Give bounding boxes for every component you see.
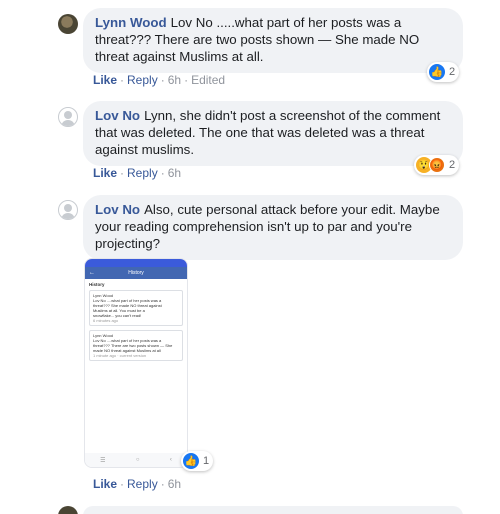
angry-reaction-icon: 😡	[429, 157, 445, 173]
edited-label[interactable]: Edited	[191, 73, 225, 87]
comment-text: Also, cute personal attack before your e…	[95, 202, 440, 251]
like-reaction-icon: 👍	[183, 453, 199, 469]
comment-time[interactable]: 6h	[168, 73, 181, 87]
reaction-count: 2	[449, 66, 456, 78]
avatar[interactable]	[58, 14, 78, 34]
comment-author[interactable]: Lov No	[95, 108, 140, 123]
like-link[interactable]: Like	[93, 73, 117, 87]
reply-link[interactable]: Reply	[127, 166, 158, 180]
avatar[interactable]	[58, 506, 78, 514]
reaction-count: 1	[203, 455, 210, 467]
history-item: Lynn Wood Lov No ....what part of her po…	[89, 290, 183, 326]
comment-text: Lynn, she didn't post a screenshot of th…	[95, 108, 441, 157]
edit-history-section: History	[89, 282, 105, 287]
comment-time[interactable]: 6h	[168, 477, 181, 491]
reaction-count: 2	[449, 159, 456, 171]
attached-screenshot[interactable]: ← History History Lynn Wood Lov No ....w…	[84, 258, 188, 468]
comment-actions: Like · Reply · 6h	[93, 477, 182, 491]
history-meta: 6 minutes ago	[93, 318, 119, 323]
edit-history-title: History	[128, 270, 144, 276]
comment-actions: Like · Reply · 6h	[93, 166, 182, 180]
comment-time[interactable]: 6h	[168, 166, 181, 180]
edit-history-body: History Lynn Wood Lov No ....what part o…	[85, 279, 187, 368]
phone-nav-bar: ☰ ○ ‹	[85, 453, 187, 467]
like-link[interactable]: Like	[93, 166, 117, 180]
menu-icon: ☰	[100, 457, 106, 464]
history-meta: 1 minute ago · current version	[93, 353, 147, 358]
comment-actions: Like · Reply · 6h · Edited	[93, 73, 226, 87]
avatar[interactable]	[58, 107, 78, 127]
comment-bubble	[83, 506, 463, 514]
edit-history-header: ← History	[85, 267, 187, 279]
back-arrow-icon: ←	[89, 270, 95, 276]
comment-bubble: Lynn Wood Lov No .....what part of her po…	[83, 8, 463, 73]
reaction-summary[interactable]: 😲 😡 2	[414, 155, 460, 175]
reply-link[interactable]: Reply	[127, 73, 158, 87]
history-item: Lynn Wood Lov No ....what part of her po…	[89, 330, 183, 361]
phone-status-bar	[85, 259, 187, 267]
reaction-summary[interactable]: 👍 1	[181, 451, 214, 471]
reaction-summary[interactable]: 👍 2	[427, 62, 460, 82]
avatar[interactable]	[58, 200, 78, 220]
comment-author[interactable]: Lov No	[95, 202, 140, 217]
back-icon: ‹	[169, 457, 172, 463]
reply-link[interactable]: Reply	[127, 477, 158, 491]
like-link[interactable]: Like	[93, 477, 117, 491]
home-circle-icon: ○	[135, 457, 140, 463]
comment-bubble: Lov No Lynn, she didn't post a screenshot…	[83, 101, 463, 166]
comment-bubble: Lov No Also, cute personal attack before …	[83, 195, 463, 260]
like-reaction-icon: 👍	[429, 64, 445, 80]
comment-author[interactable]: Lynn Wood	[95, 15, 167, 30]
